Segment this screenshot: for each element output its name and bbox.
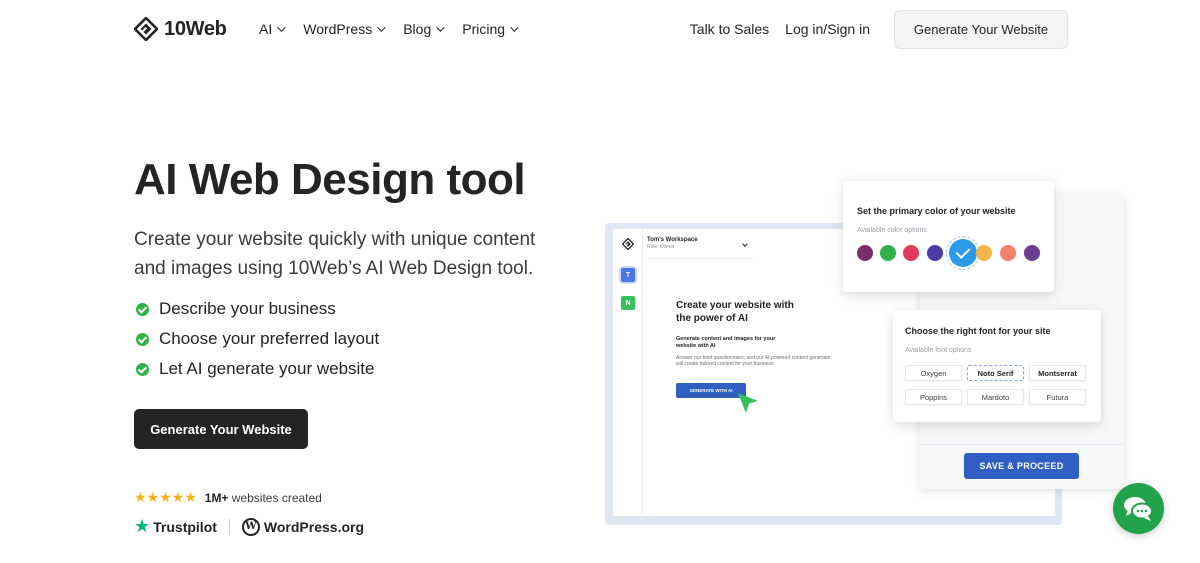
font-option: Mardoto xyxy=(967,389,1024,405)
hero-subtitle: Create your website quickly with unique … xyxy=(134,229,536,279)
chevron-down-icon xyxy=(510,23,519,32)
login-link[interactable]: Log in/Sign in xyxy=(785,21,870,37)
chevron-down-icon xyxy=(436,23,445,32)
check-circle-icon xyxy=(136,332,149,346)
workspace-name: Tom's Workspace xyxy=(647,237,698,243)
selected-color-check-icon xyxy=(949,239,977,267)
color-swatch xyxy=(927,245,943,261)
feature-item: Let AI generate your website xyxy=(136,354,379,384)
font-option-selected: Noto Serif xyxy=(967,365,1024,381)
rating-row: ★★★★★ 1M+ websites created xyxy=(134,489,322,506)
site-header: 10Web AI WordPress Blog Pricing Talk to … xyxy=(0,0,1200,60)
rating-label: websites created xyxy=(231,490,322,505)
wordpress-text: WordPress.org xyxy=(263,518,365,535)
hero-generate-button[interactable]: Generate Your Website xyxy=(134,409,308,449)
nav-item-ai[interactable]: AI xyxy=(259,21,286,37)
color-swatch xyxy=(880,245,896,261)
header-links: Talk to Sales Log in/Sign in xyxy=(690,21,870,37)
color-swatch xyxy=(903,245,919,261)
check-circle-icon xyxy=(136,362,149,376)
main-nav: AI WordPress Blog Pricing xyxy=(259,21,536,37)
font-option: Montserrat xyxy=(1029,365,1086,381)
workspace-tile: N xyxy=(621,296,635,310)
color-card-subtitle: Available color options xyxy=(857,227,927,234)
hero-title: AI Web Design tool xyxy=(134,155,526,204)
font-picker-card: Choose the right font for your site Avai… xyxy=(893,310,1101,422)
feature-text: Let AI generate your website xyxy=(159,359,375,378)
color-swatch xyxy=(1000,245,1016,261)
logo-text: 10Web xyxy=(164,17,227,40)
workspace-selector: Tom's Workspace Role: Owner xyxy=(647,237,753,259)
mockup-subheading: Generate content and images for your web… xyxy=(676,336,776,349)
feature-text: Choose your preferred layout xyxy=(159,329,380,348)
color-picker-card: Set the primary color of your website Av… xyxy=(843,181,1054,292)
nav-item-wordpress[interactable]: WordPress xyxy=(303,21,386,37)
logo-diamond-icon xyxy=(622,238,634,250)
nav-item-pricing[interactable]: Pricing xyxy=(462,21,519,37)
trustpilot-logo: ★ Trustpilot xyxy=(134,516,217,537)
chevron-down-icon xyxy=(277,23,286,32)
rating-text: 1M+ websites created xyxy=(205,491,322,505)
nav-item-label: AI xyxy=(259,21,273,37)
font-card-title: Choose the right font for your site xyxy=(905,326,1051,336)
mockup-heading: Create your website with the power of AI xyxy=(676,300,794,324)
nav-item-label: Blog xyxy=(403,21,432,37)
font-option: Futura xyxy=(1029,389,1086,405)
color-swatch xyxy=(976,245,992,261)
trustpilot-star-icon: ★ xyxy=(134,516,151,536)
rating-count: 1M+ xyxy=(204,490,229,505)
header-generate-button[interactable]: Generate Your Website xyxy=(894,10,1068,49)
color-card-title: Set the primary color of your website xyxy=(857,206,1016,216)
save-proceed-button: SAVE & PROCEED xyxy=(964,453,1079,479)
star-rating-icon: ★★★★★ xyxy=(134,489,197,505)
panel-divider xyxy=(920,444,1124,445)
color-swatch xyxy=(857,245,873,261)
chat-button[interactable] xyxy=(1113,483,1164,534)
nav-item-label: WordPress xyxy=(303,21,373,37)
cursor-arrow-icon xyxy=(738,393,758,413)
check-circle-icon xyxy=(136,302,149,316)
mockup-paragraph: Answer our brief questionnaire, and our … xyxy=(676,355,831,367)
nav-item-blog[interactable]: Blog xyxy=(403,21,445,37)
talk-to-sales-link[interactable]: Talk to Sales xyxy=(690,21,769,37)
brand-logos: ★ Trustpilot W WordPress.org xyxy=(134,516,364,537)
logo-diamond-icon xyxy=(134,17,158,41)
feature-text: Describe your business xyxy=(159,299,336,318)
workspace-role: Role: Owner xyxy=(647,244,675,250)
font-option: Oxygen xyxy=(905,365,962,381)
logo[interactable]: 10Web xyxy=(134,17,227,41)
color-swatch xyxy=(1024,245,1040,261)
feature-item: Choose your preferred layout xyxy=(136,324,379,354)
font-option: Poppins xyxy=(905,389,962,405)
chat-icon xyxy=(1124,497,1153,521)
wordpress-logo: W WordPress.org xyxy=(241,517,365,536)
brand-divider xyxy=(228,518,230,535)
mockup-sidebar: T N xyxy=(613,229,643,518)
chevron-down-icon xyxy=(377,23,386,32)
font-card-subtitle: Available font options xyxy=(905,347,972,354)
feature-list: Describe your business Choose your prefe… xyxy=(136,294,379,384)
workspace-tile: T xyxy=(621,268,635,282)
feature-item: Describe your business xyxy=(136,294,379,324)
trustpilot-text: Trustpilot xyxy=(153,518,217,535)
nav-item-label: Pricing xyxy=(462,21,506,37)
wordpress-icon: W xyxy=(241,517,260,536)
